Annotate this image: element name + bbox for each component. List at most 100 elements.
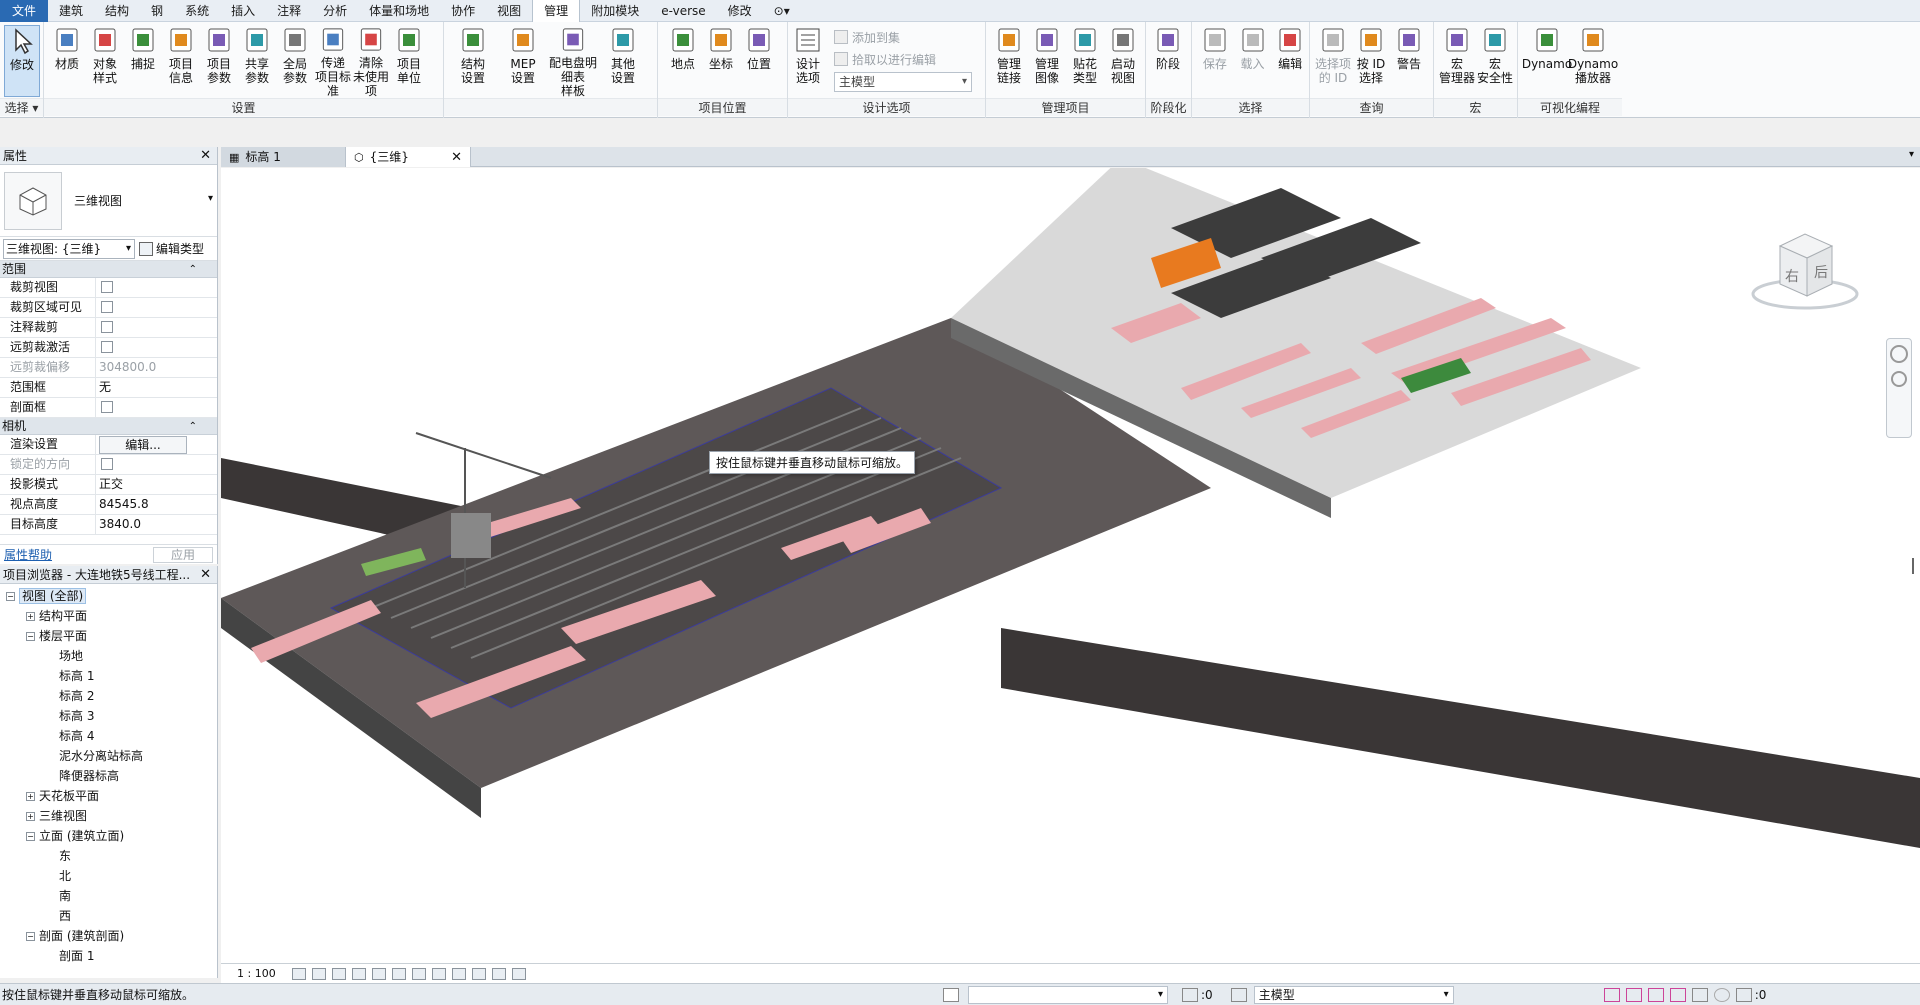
loc-tool-1[interactable]: 坐标	[702, 25, 740, 98]
edit-type-button[interactable]: 编辑类型	[139, 240, 204, 257]
browser-tree-item[interactable]: 标高 2	[0, 686, 217, 706]
filter-icon[interactable]	[1735, 987, 1752, 1002]
mgmt-tool-3[interactable]: 启动 视图	[1104, 25, 1142, 98]
property-value[interactable]: 正交	[96, 475, 217, 494]
browser-tree-item[interactable]: 场地	[0, 646, 217, 666]
browser-tree-item[interactable]: + 结构平面	[0, 606, 217, 626]
property-value[interactable]	[96, 298, 217, 317]
properties-help-link[interactable]: 属性帮助	[4, 546, 52, 563]
browser-tree-item[interactable]: 东	[0, 846, 217, 866]
tabs-dropdown-icon[interactable]: ▾	[1909, 149, 1914, 160]
menu-1[interactable]: 建筑	[48, 0, 94, 22]
scrollbar[interactable]	[1912, 558, 1914, 574]
design-options-status-icon[interactable]	[1230, 987, 1247, 1002]
menu-11[interactable]: 管理	[532, 0, 581, 22]
browser-tree-item[interactable]: − 立面 (建筑立面)	[0, 826, 217, 846]
select-dropdown[interactable]: 选择 ▾	[0, 98, 43, 116]
add-to-set-button[interactable]: 添加到集	[834, 28, 972, 46]
menu-8[interactable]: 体量和场地	[358, 0, 440, 22]
inq-tool-1[interactable]: 按 ID 选择	[1352, 25, 1390, 98]
modify-button[interactable]: 修改	[4, 25, 40, 97]
show-crop-icon[interactable]	[411, 967, 426, 980]
selsave-tool-2[interactable]: 编辑	[1271, 25, 1309, 98]
select-by-face-icon[interactable]	[1669, 987, 1686, 1002]
settings-tool-5[interactable]: 共享 参数	[238, 25, 276, 98]
mgmt-tool-0[interactable]: 管理 链接	[990, 25, 1028, 98]
settings-tool-7[interactable]: 传递 项目标准	[314, 25, 352, 98]
background-processes-icon[interactable]	[1713, 987, 1730, 1002]
menu-13[interactable]: e-verse	[650, 0, 716, 22]
viewcube[interactable]: 右 后	[1750, 216, 1860, 316]
browser-tree-item[interactable]: 标高 4	[0, 726, 217, 746]
steering-wheel-icon[interactable]	[1890, 345, 1908, 363]
selsave-tool-1[interactable]: 载入	[1234, 25, 1272, 98]
reveal-hidden-icon[interactable]	[471, 967, 486, 980]
browser-tree-item[interactable]: 剖面 1	[0, 946, 217, 966]
collapse-icon[interactable]: −	[26, 832, 35, 841]
close-tab-icon[interactable]: ✕	[451, 148, 462, 167]
loc-tool-0[interactable]: 地点	[664, 25, 702, 98]
select-links-icon[interactable]	[1603, 987, 1620, 1002]
select-underlay-icon[interactable]	[1625, 987, 1642, 1002]
viewcube-face-right[interactable]: 右	[1785, 266, 1799, 286]
expand-icon[interactable]: +	[26, 812, 35, 821]
mep-tool-3[interactable]: 其他 设置	[598, 25, 648, 98]
group-camera[interactable]: 相机 ⌃	[0, 418, 217, 435]
menu-6[interactable]: 注释	[266, 0, 312, 22]
property-value[interactable]	[96, 398, 217, 417]
menu-3[interactable]: 钢	[140, 0, 174, 22]
property-checkbox[interactable]	[101, 281, 113, 293]
browser-tree-item[interactable]: + 天花板平面	[0, 786, 217, 806]
menu-2[interactable]: 结构	[94, 0, 140, 22]
browser-tree-item[interactable]: − 楼层平面	[0, 626, 217, 646]
property-value[interactable]	[96, 278, 217, 297]
settings-tool-0[interactable]: 材质	[48, 25, 86, 98]
3d-viewport[interactable]: 按住鼠标键并垂直移动鼠标可缩放。 右 后	[221, 168, 1920, 963]
settings-tool-6[interactable]: 全局 参数	[276, 25, 314, 98]
settings-tool-2[interactable]: 捕捉	[124, 25, 162, 98]
property-value[interactable]	[96, 318, 217, 337]
collapse-icon[interactable]: −	[6, 592, 15, 601]
collapse-icon[interactable]: −	[26, 632, 35, 641]
visual-style-icon[interactable]	[311, 967, 326, 980]
menu-0[interactable]: 文件	[0, 0, 49, 22]
dyn-tool-1[interactable]: Dynamo 播放器	[1568, 25, 1618, 98]
inq-tool-2[interactable]: 警告	[1390, 25, 1428, 98]
inq-tool-0[interactable]: 选择项 的 ID	[1314, 25, 1352, 98]
property-checkbox[interactable]	[101, 341, 113, 353]
settings-tool-9[interactable]: 项目 单位	[390, 25, 428, 98]
mgmt-tool-1[interactable]: 管理 图像	[1028, 25, 1066, 98]
menu-9[interactable]: 协作	[440, 0, 486, 22]
expand-icon[interactable]: +	[26, 612, 35, 621]
design-option-select[interactable]: 主模型	[834, 72, 972, 92]
view-instance-select[interactable]: 三维视图: {三维}	[3, 238, 135, 259]
document-tab[interactable]: ⬡ {三维} ✕	[346, 147, 471, 167]
property-checkbox[interactable]	[101, 301, 113, 313]
browser-tree-item[interactable]: 降便器标高	[0, 766, 217, 786]
viewcube-face-back[interactable]: 后	[1814, 262, 1828, 282]
menu-12[interactable]: 附加模块	[580, 0, 650, 22]
detail-level-icon[interactable]	[291, 967, 306, 980]
shadows-icon[interactable]	[351, 967, 366, 980]
analytical-model-icon[interactable]	[491, 967, 506, 980]
crop-view-icon[interactable]	[391, 967, 406, 980]
expand-icon[interactable]: +	[26, 792, 35, 801]
mep-tool-2[interactable]: 配电盘明细表 样板	[548, 25, 598, 98]
macro-tool-0[interactable]: 宏 管理器	[1438, 25, 1476, 98]
property-checkbox[interactable]	[101, 401, 113, 413]
active-design-option-select[interactable]: 主模型	[1253, 985, 1454, 1004]
navigation-bar[interactable]	[1886, 338, 1912, 438]
settings-tool-4[interactable]: 项目 参数	[200, 25, 238, 98]
mep-tool-0[interactable]: 结构 设置	[448, 25, 498, 98]
unlocked-view-icon[interactable]	[431, 967, 446, 980]
document-tab[interactable]: ▦ 标高 1	[221, 147, 346, 167]
menu-7[interactable]: 分析	[312, 0, 358, 22]
browser-tree-item[interactable]: − 剖面 (建筑剖面)	[0, 926, 217, 946]
select-pinned-icon[interactable]	[1647, 987, 1664, 1002]
browser-tree-item[interactable]: − 视图 (全部)	[0, 586, 217, 606]
design-options-button[interactable]: 设计 选项	[788, 25, 828, 98]
close-icon[interactable]: ✕	[200, 147, 211, 165]
settings-tool-3[interactable]: 项目 信息	[162, 25, 200, 98]
browser-tree-item[interactable]: 泥水分离站标高	[0, 746, 217, 766]
menu-5[interactable]: 插入	[220, 0, 266, 22]
